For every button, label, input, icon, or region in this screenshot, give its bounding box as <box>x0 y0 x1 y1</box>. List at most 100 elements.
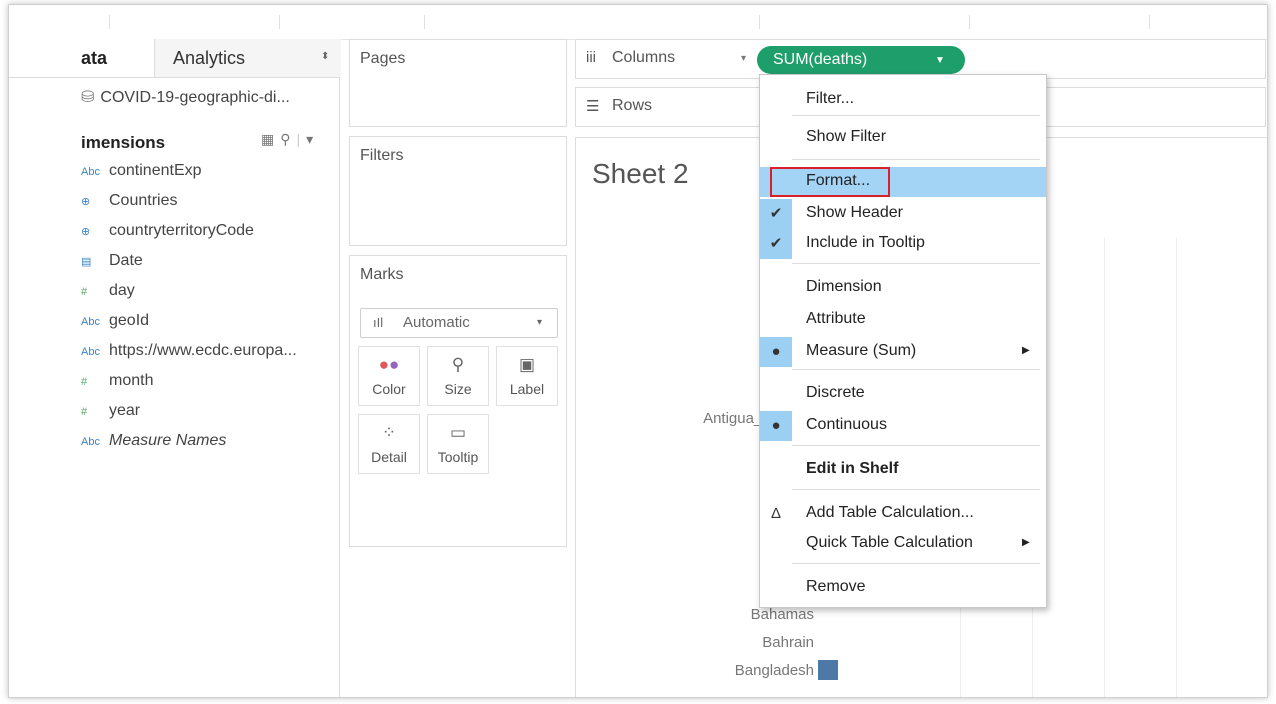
menu-gutter <box>760 305 792 335</box>
toolbar-divider <box>424 15 425 29</box>
tooltip-icon: ▭ <box>449 423 467 442</box>
toolbar-divider <box>1149 15 1150 29</box>
mark-type-dropdown[interactable]: ıIl Automatic ▾ <box>360 308 558 338</box>
menu-item-show-filter[interactable]: Show Filter <box>760 123 1046 153</box>
field-name: month <box>109 372 154 389</box>
sum-deaths-pill[interactable]: SUM(deaths) ▼ <box>757 46 965 74</box>
text-label-icon: ▣ <box>518 355 536 374</box>
menu-item-label: Discrete <box>806 384 865 401</box>
field-item[interactable]: Abc continentExp <box>81 162 297 192</box>
dimensions-header: imensions ▦⚲|▾ <box>81 131 341 155</box>
row-header-label[interactable]: Bahrain <box>762 634 814 651</box>
chevron-down-icon[interactable]: ▾ <box>306 131 319 147</box>
chevron-down-icon: ▾ <box>537 317 543 328</box>
field-type-icon: ⊕ <box>81 196 91 208</box>
gridline <box>1176 238 1177 697</box>
field-item[interactable]: Abc Measure Names <box>81 432 297 462</box>
menu-gutter <box>760 85 792 115</box>
sheet-title[interactable]: Sheet 2 <box>592 158 689 190</box>
size-button[interactable]: ⚲ Size <box>427 346 489 406</box>
bar-chart-icon: ıIl <box>373 315 384 330</box>
field-name: Measure Names <box>109 432 227 449</box>
label-button[interactable]: ▣ Label <box>496 346 558 406</box>
field-name: geoId <box>109 312 150 329</box>
color-label: Color <box>372 381 406 397</box>
menu-separator <box>792 445 1040 446</box>
rows-shelf-header[interactable]: ☰ Rows <box>575 87 755 127</box>
menu-item-add-table-calculation[interactable]: Δ Add Table Calculation... <box>760 499 1046 529</box>
color-button[interactable]: ●● Color <box>358 346 420 406</box>
chevron-down-icon[interactable]: ▼ <box>935 55 945 66</box>
field-type-icon: # <box>81 406 88 418</box>
tab-scroll-icon[interactable]: ⬍ <box>321 51 329 62</box>
columns-icon: iii <box>586 49 596 66</box>
menu-item-remove[interactable]: Remove <box>760 573 1046 603</box>
field-type-icon: Abc <box>81 166 100 178</box>
field-item[interactable]: ⊕ Countries <box>81 192 297 222</box>
size-label: Size <box>444 381 472 397</box>
tab-analytics[interactable]: Analytics ⬍ <box>154 39 341 77</box>
menu-separator <box>792 489 1040 490</box>
menu-separator <box>792 159 1040 160</box>
menu-item-label: Remove <box>806 578 866 595</box>
dimensions-label: imensions <box>81 133 166 152</box>
field-type-icon: Abc <box>81 346 100 358</box>
menu-item-label: Filter... <box>806 90 855 107</box>
field-name: continentExp <box>109 162 202 179</box>
field-name: https://www.ecdc.europa... <box>109 342 297 359</box>
menu-item-measure-sum[interactable]: ● Measure (Sum) ▶ <box>760 337 1046 367</box>
menu-item-filter[interactable]: Filter... <box>760 85 1046 115</box>
field-item[interactable]: ▤ Date <box>81 252 297 282</box>
detail-button[interactable]: ⁘ Detail <box>358 414 420 474</box>
menu-item-attribute[interactable]: Attribute <box>760 305 1046 335</box>
field-type-icon: # <box>81 286 88 298</box>
color-icon: ●● <box>378 355 400 374</box>
pane-tabs: ata Analytics ⬍ <box>9 39 341 78</box>
menu-item-edit-in-shelf[interactable]: Edit in Shelf <box>760 455 1046 485</box>
menu-item-label: Show Header <box>806 204 903 221</box>
menu-item-label: Attribute <box>806 310 866 327</box>
bar-mark[interactable] <box>818 660 838 680</box>
menu-item-quick-table-calculation[interactable]: Quick Table Calculation ▶ <box>760 529 1046 559</box>
toolbar-strip <box>9 5 1267 40</box>
filters-card[interactable]: Filters <box>349 136 567 246</box>
field-item[interactable]: Abc https://www.ecdc.europa... <box>81 342 297 372</box>
toolbar-divider <box>279 15 280 29</box>
tooltip-label: Tooltip <box>437 449 479 465</box>
menu-item-label: Continuous <box>806 416 887 433</box>
menu-item-continuous[interactable]: ● Continuous <box>760 411 1046 441</box>
menu-separator <box>792 563 1040 564</box>
field-item[interactable]: # year <box>81 402 297 432</box>
data-pane: ata Analytics ⬍ ⛁ COVID-19-geographic-di.… <box>9 39 341 697</box>
field-item[interactable]: # day <box>81 282 297 312</box>
view-list-icon[interactable]: ▦ <box>261 131 280 147</box>
mark-type-value: Automatic <box>403 314 470 331</box>
menu-gutter <box>760 379 792 409</box>
rows-icon: ☰ <box>586 98 600 115</box>
tooltip-button[interactable]: ▭ Tooltip <box>427 414 489 474</box>
menu-item-show-header[interactable]: ✔ Show Header <box>760 199 1046 229</box>
rows-label: Rows <box>612 97 653 114</box>
field-item[interactable]: ⊕ countryterritoryCode <box>81 222 297 252</box>
tab-data[interactable]: ata <box>81 48 107 69</box>
field-name: year <box>109 402 141 419</box>
marks-card: Marks ıIl Automatic ▾ ●● Color ⚲ Size ▣ … <box>349 255 567 547</box>
columns-shelf-header[interactable]: iii Columns ▾ <box>575 39 755 79</box>
menu-gutter <box>760 455 792 485</box>
pages-card[interactable]: Pages <box>349 39 567 127</box>
row-header-label[interactable]: Bahamas <box>751 606 814 623</box>
row-header-label[interactable]: Bangladesh <box>735 662 814 679</box>
search-icon[interactable]: ⚲ <box>280 131 296 147</box>
datasource-name: COVID-19-geographic-di... <box>100 89 290 106</box>
pages-label: Pages <box>360 50 406 67</box>
field-item[interactable]: # month <box>81 372 297 402</box>
field-item[interactable]: Abc geoId <box>81 312 297 342</box>
menu-gutter <box>760 573 792 603</box>
datasource-item[interactable]: ⛁ COVID-19-geographic-di... <box>81 87 290 107</box>
database-icon: ⛁ <box>81 89 95 106</box>
menu-item-dimension[interactable]: Dimension <box>760 273 1046 303</box>
menu-item-label: Measure (Sum) <box>806 342 917 359</box>
menu-item-discrete[interactable]: Discrete <box>760 379 1046 409</box>
menu-item-include-in-tooltip[interactable]: ✔ Include in Tooltip <box>760 229 1046 259</box>
toolbar-divider <box>109 15 110 29</box>
